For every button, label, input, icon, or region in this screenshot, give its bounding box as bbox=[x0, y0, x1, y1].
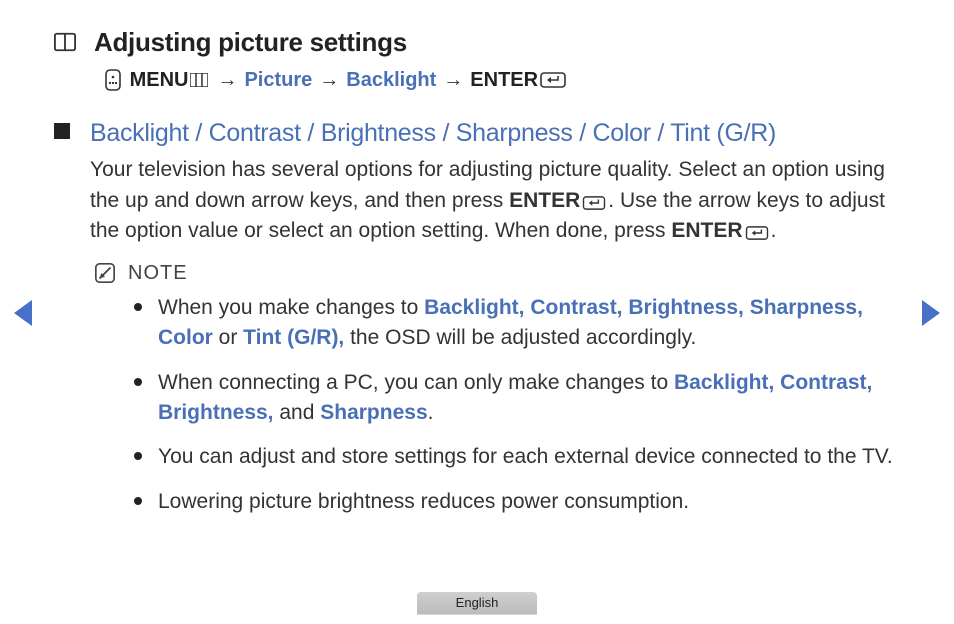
book-icon bbox=[54, 31, 76, 53]
remote-icon bbox=[104, 69, 122, 91]
language-tab[interactable]: English bbox=[417, 592, 537, 614]
enter-label: ENTER bbox=[470, 66, 538, 94]
prev-page-button[interactable] bbox=[14, 300, 32, 326]
path-picture: Picture bbox=[244, 66, 312, 94]
arrow-icon: → bbox=[217, 66, 237, 94]
next-page-button[interactable] bbox=[922, 300, 940, 326]
path-backlight: Backlight bbox=[346, 66, 436, 94]
menu-label: MENU bbox=[130, 66, 189, 94]
menu-path: MENU → Picture → Backlight → ENTER bbox=[102, 66, 900, 94]
enter-icon bbox=[582, 196, 606, 210]
note-item: You can adjust and store settings for ea… bbox=[134, 442, 900, 472]
page-title: Adjusting picture settings bbox=[94, 24, 407, 60]
section-description: Your television has several options for … bbox=[90, 155, 900, 246]
note-block: NOTE When you make changes to Backlight,… bbox=[94, 259, 900, 518]
enter-icon bbox=[540, 72, 566, 88]
note-label: NOTE bbox=[128, 259, 188, 287]
main-heading-row: Adjusting picture settings bbox=[54, 24, 900, 60]
note-item: Lowering picture brightness reduces powe… bbox=[134, 487, 900, 517]
arrow-icon: → bbox=[319, 66, 339, 94]
enter-icon bbox=[745, 226, 769, 240]
section-title: Backlight / Contrast / Brightness / Shar… bbox=[90, 116, 900, 151]
note-item: When you make changes to Backlight, Cont… bbox=[134, 293, 900, 354]
arrow-icon: → bbox=[443, 66, 463, 94]
section-bullet-icon bbox=[54, 123, 70, 139]
note-item: When connecting a PC, you can only make … bbox=[134, 368, 900, 429]
menu-grid-icon bbox=[190, 73, 208, 87]
note-icon bbox=[94, 262, 116, 284]
